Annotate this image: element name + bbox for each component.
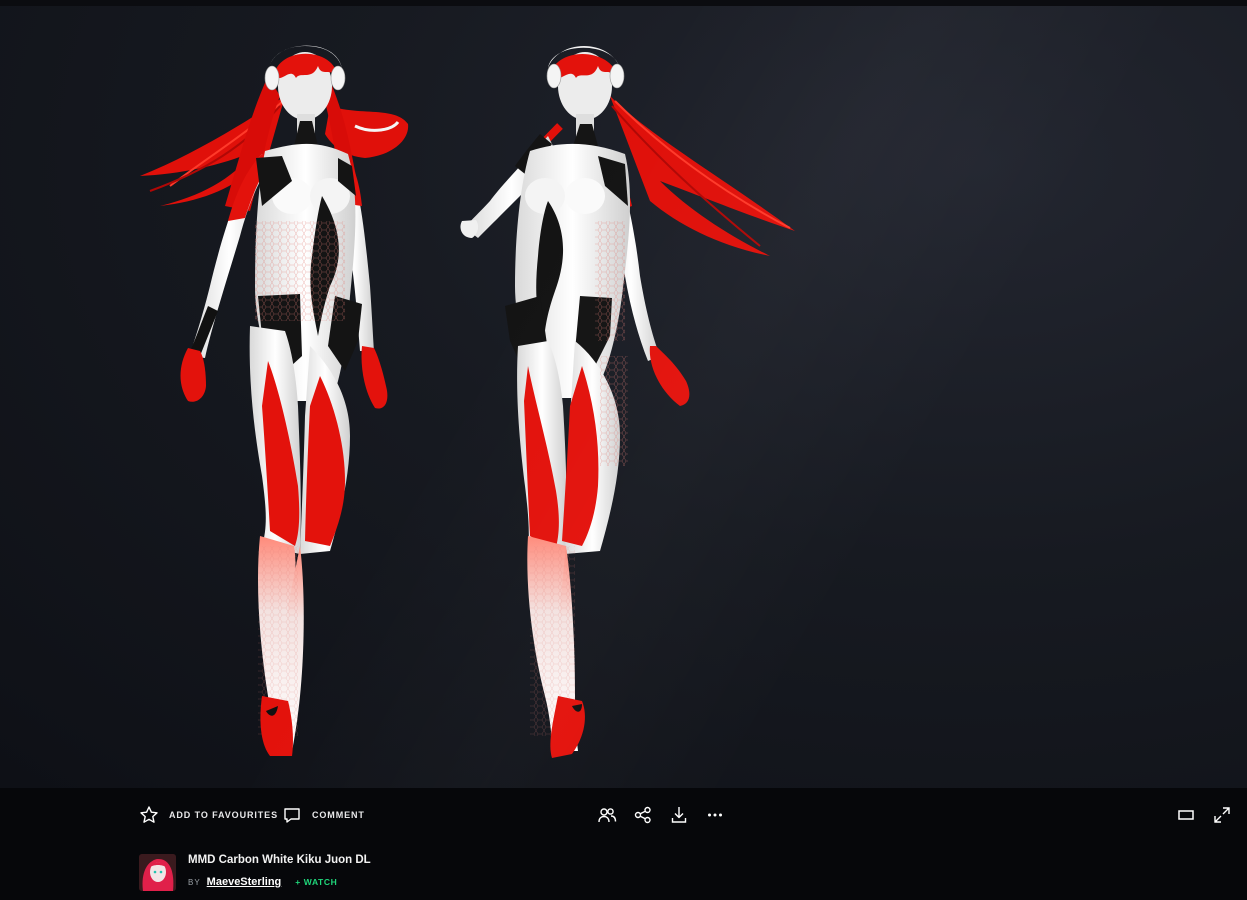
figure-right bbox=[460, 46, 795, 758]
add-to-favourites-label: ADD TO FAVOURITES bbox=[169, 810, 278, 820]
artwork-image[interactable] bbox=[0, 6, 1247, 788]
download-button[interactable] bbox=[669, 788, 689, 842]
more-options-button[interactable] bbox=[705, 788, 725, 842]
deviation-title: MMD Carbon White Kiku Juon DL bbox=[188, 854, 371, 866]
comment-icon bbox=[282, 805, 302, 825]
more-icon bbox=[705, 805, 725, 825]
artwork-stage[interactable] bbox=[0, 6, 1247, 788]
deviation-info: MMD Carbon White Kiku Juon DL BY MaeveSt… bbox=[0, 842, 1247, 900]
fullscreen-button[interactable] bbox=[1212, 788, 1232, 842]
comment-button[interactable]: COMMENT bbox=[282, 788, 365, 842]
add-to-favourites-button[interactable]: ADD TO FAVOURITES bbox=[139, 788, 278, 842]
groups-icon bbox=[597, 805, 617, 825]
by-label: BY bbox=[188, 877, 201, 887]
groups-button[interactable] bbox=[597, 788, 617, 842]
star-icon bbox=[139, 805, 159, 825]
fullscreen-icon bbox=[1212, 805, 1232, 825]
author-link[interactable]: MaeveSterling bbox=[207, 876, 282, 888]
figure-left bbox=[140, 45, 409, 756]
share-icon bbox=[633, 805, 653, 825]
action-bar: ADD TO FAVOURITES COMMENT bbox=[0, 788, 1247, 842]
comment-label: COMMENT bbox=[312, 810, 365, 820]
byline: BY MaeveSterling + WATCH bbox=[188, 876, 337, 888]
fit-view-icon bbox=[1176, 805, 1196, 825]
avatar[interactable] bbox=[139, 854, 176, 891]
fit-view-button[interactable] bbox=[1176, 788, 1196, 842]
watch-button[interactable]: + WATCH bbox=[295, 877, 337, 887]
share-button[interactable] bbox=[633, 788, 653, 842]
download-icon bbox=[669, 805, 689, 825]
